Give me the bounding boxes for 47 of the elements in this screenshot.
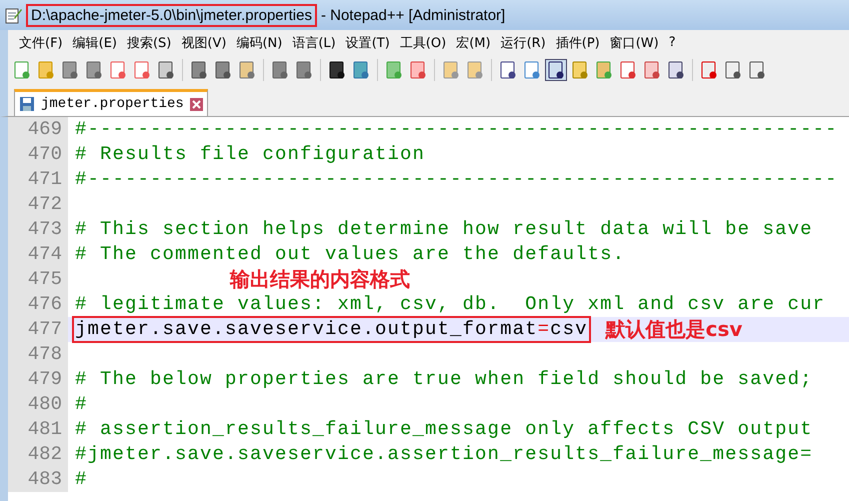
menu-item[interactable]: 文件(F) [14, 34, 68, 52]
menu-item[interactable]: 编辑(E) [68, 34, 122, 52]
menu-item[interactable]: 视图(V) [176, 34, 232, 52]
comment-line: # Results file configuration [75, 144, 426, 165]
comment-line: #jmeter.save.saveservice.assertion_results_failure_message= [75, 444, 813, 465]
window-title: - Notepad++ [Administrator] [320, 6, 506, 24]
comment-line: #------------------------------------------------------------ [75, 119, 838, 140]
menu-item[interactable]: 窗口(W) [604, 34, 664, 52]
comment-line: #------------------------------------------------------------ [75, 169, 838, 190]
line-number: 473 [8, 217, 68, 242]
comment-line: # The commented out values are the defaults. [75, 244, 626, 265]
menu-item[interactable]: 搜索(S) [122, 34, 176, 52]
line-number: 469 [8, 117, 68, 142]
file-tab[interactable]: jmeter.properties [14, 89, 208, 116]
line-number: 472 [8, 192, 68, 217]
line-number: 480 [8, 392, 68, 417]
comment-line: # assertion_results_failure_message only affects CSV output [75, 419, 813, 440]
menu-item[interactable]: 运行(R) [496, 34, 551, 52]
line-number: 474 [8, 242, 68, 267]
menu-item[interactable]: 设置(T) [340, 34, 395, 52]
line-number: 481 [8, 417, 68, 442]
comment-line: # [75, 394, 88, 415]
line-number: 470 [8, 142, 68, 167]
line-number: 478 [8, 342, 68, 367]
line-number: 482 [8, 442, 68, 467]
annotation-text: 默认值也是csv [606, 316, 742, 343]
menu-item[interactable]: 编码(N) [231, 34, 288, 52]
line-number: 471 [8, 167, 68, 192]
notepad-icon [4, 6, 22, 24]
menu-item[interactable]: 插件(P) [550, 34, 605, 52]
comment-line: # legitimate values: xml, csv, db. Only xml and csv are cur [75, 294, 826, 315]
menu-item[interactable]: 宏(M) [451, 34, 496, 52]
line-number: 475 [8, 267, 68, 292]
code-line: jmeter.save.saveservice.output_format=csv [75, 319, 588, 340]
menu-item[interactable]: ? [664, 35, 681, 50]
comment-line: # This section helps determine how result data will be save [75, 219, 813, 240]
annotation-text: 输出结果的内容格式 [230, 267, 410, 291]
menu-item[interactable]: 工具(O) [394, 34, 452, 52]
line-number: 479 [8, 367, 68, 392]
close-icon[interactable] [190, 98, 203, 110]
line-number: 477 [8, 317, 68, 342]
line-number: 483 [8, 467, 68, 492]
line-number: 476 [8, 292, 68, 317]
window-title-path: D:\apache-jmeter-5.0\bin\jmeter.properties [28, 6, 315, 24]
comment-line: # The below properties are true when field should be saved; [75, 369, 813, 390]
menu-item[interactable]: 语言(L) [287, 34, 341, 52]
comment-line: # [75, 469, 88, 490]
